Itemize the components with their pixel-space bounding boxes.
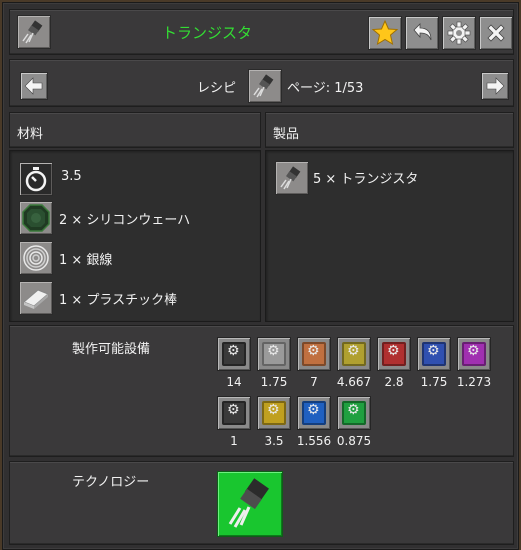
machine-speed-value: 1.75 [420, 375, 448, 389]
transistor-icon [253, 74, 274, 98]
gear-icon: ⚙ [347, 402, 360, 418]
close-button[interactable] [479, 16, 513, 50]
products-list: 5 × トランジスタ [265, 150, 514, 322]
crafting-machine-slot[interactable]: ⚙ [417, 337, 451, 371]
ingredient-slot[interactable] [19, 281, 53, 315]
machine-speed-value: 7 [310, 375, 318, 389]
technology-slot[interactable] [217, 471, 283, 537]
technology-panel: テクノロジー [9, 461, 514, 545]
machine-speed-value: 14 [226, 375, 242, 389]
favorite-button[interactable] [368, 16, 402, 50]
ingredients-header: 材料 [9, 112, 261, 148]
products-header: 製品 [265, 112, 514, 148]
ingredients-heading: 材料 [17, 127, 44, 142]
ingredient-text: 1 × プラスチック棒 [59, 293, 178, 308]
silver-wire-icon [23, 245, 49, 271]
craft-time: 3.5 [61, 169, 82, 184]
gear-icon: ⚙ [387, 343, 400, 359]
favorite-star-icon [371, 19, 399, 46]
transistor-icon [280, 166, 301, 190]
machine-speed-value: 1.556 [296, 434, 332, 448]
next-recipe-button[interactable] [481, 72, 509, 100]
gear-icon: ⚙ [307, 402, 320, 418]
gear-icon: ⚙ [227, 343, 240, 359]
time-slot [19, 162, 53, 196]
machine-speed-value: 4.667 [336, 375, 372, 389]
machines-heading: 製作可能設備 [72, 342, 151, 357]
crafting-machine-slot[interactable]: ⚙ [337, 337, 371, 371]
machine-speed-value: 1.75 [260, 375, 288, 389]
machine-speed-value: 2.8 [384, 375, 404, 389]
machine-speed-value: 1.273 [456, 375, 492, 389]
gear-icon: ⚙ [267, 343, 280, 359]
crafting-machine-slot[interactable]: ⚙ [257, 337, 291, 371]
product-text: 5 × トランジスタ [313, 172, 419, 187]
settings-gear-icon [447, 21, 471, 45]
gear-icon: ⚙ [307, 343, 320, 359]
transistor-icon [22, 20, 43, 44]
technology-heading: テクノロジー [72, 475, 150, 490]
recipe-item-slot[interactable] [248, 69, 282, 103]
crafting-machine-slot[interactable]: ⚙ [217, 337, 251, 371]
product-slot[interactable] [275, 161, 309, 195]
settings-button[interactable] [442, 16, 476, 50]
recipe-window: トランジスタ レシピ ページ: 1/53 材料 製品 3.5 2 × シリコンウ… [2, 2, 519, 550]
transistor-technology-icon [228, 478, 269, 528]
machine-speed-value: 0.875 [336, 434, 372, 448]
back-button[interactable] [405, 16, 439, 50]
ingredient-slot[interactable] [19, 201, 53, 235]
close-x-icon [487, 24, 505, 42]
gear-icon: ⚙ [427, 343, 440, 359]
ingredient-text: 1 × 銀線 [59, 253, 113, 268]
ingredient-text: 2 × シリコンウェーハ [59, 213, 191, 228]
arrow-left-icon [24, 77, 43, 95]
crafting-machine-slot[interactable]: ⚙ [377, 337, 411, 371]
gear-icon: ⚙ [267, 402, 280, 418]
recipe-title: トランジスタ [162, 24, 253, 42]
crafting-machine-slot[interactable]: ⚙ [337, 396, 371, 430]
stopwatch-icon [25, 167, 47, 192]
plastic-bar-icon [23, 289, 49, 309]
gear-icon: ⚙ [227, 402, 240, 418]
gear-icon: ⚙ [467, 343, 480, 359]
ingredient-slot[interactable] [19, 241, 53, 275]
crafting-machine-slot[interactable]: ⚙ [457, 337, 491, 371]
crafting-machine-slot[interactable]: ⚙ [297, 337, 331, 371]
ingredients-list: 3.5 2 × シリコンウェーハ 1 × 銀線 1 × プラスチック棒 [9, 150, 261, 322]
back-arrow-icon [413, 23, 432, 41]
machine-speed-value: 3.5 [264, 434, 284, 448]
header-item-slot[interactable] [17, 15, 51, 49]
gear-icon: ⚙ [347, 343, 360, 359]
prev-recipe-button[interactable] [20, 72, 48, 100]
crafting-machine-slot[interactable]: ⚙ [257, 396, 291, 430]
arrow-right-icon [486, 77, 505, 95]
crafting-machine-slot[interactable]: ⚙ [297, 396, 331, 430]
machine-speed-value: 1 [230, 434, 238, 448]
recipe-label: レシピ [197, 81, 237, 96]
page-indicator: ページ: 1/53 [287, 81, 364, 96]
products-heading: 製品 [273, 127, 300, 142]
crafting-machine-slot[interactable]: ⚙ [217, 396, 251, 430]
silicon-wafer-icon [22, 204, 50, 232]
